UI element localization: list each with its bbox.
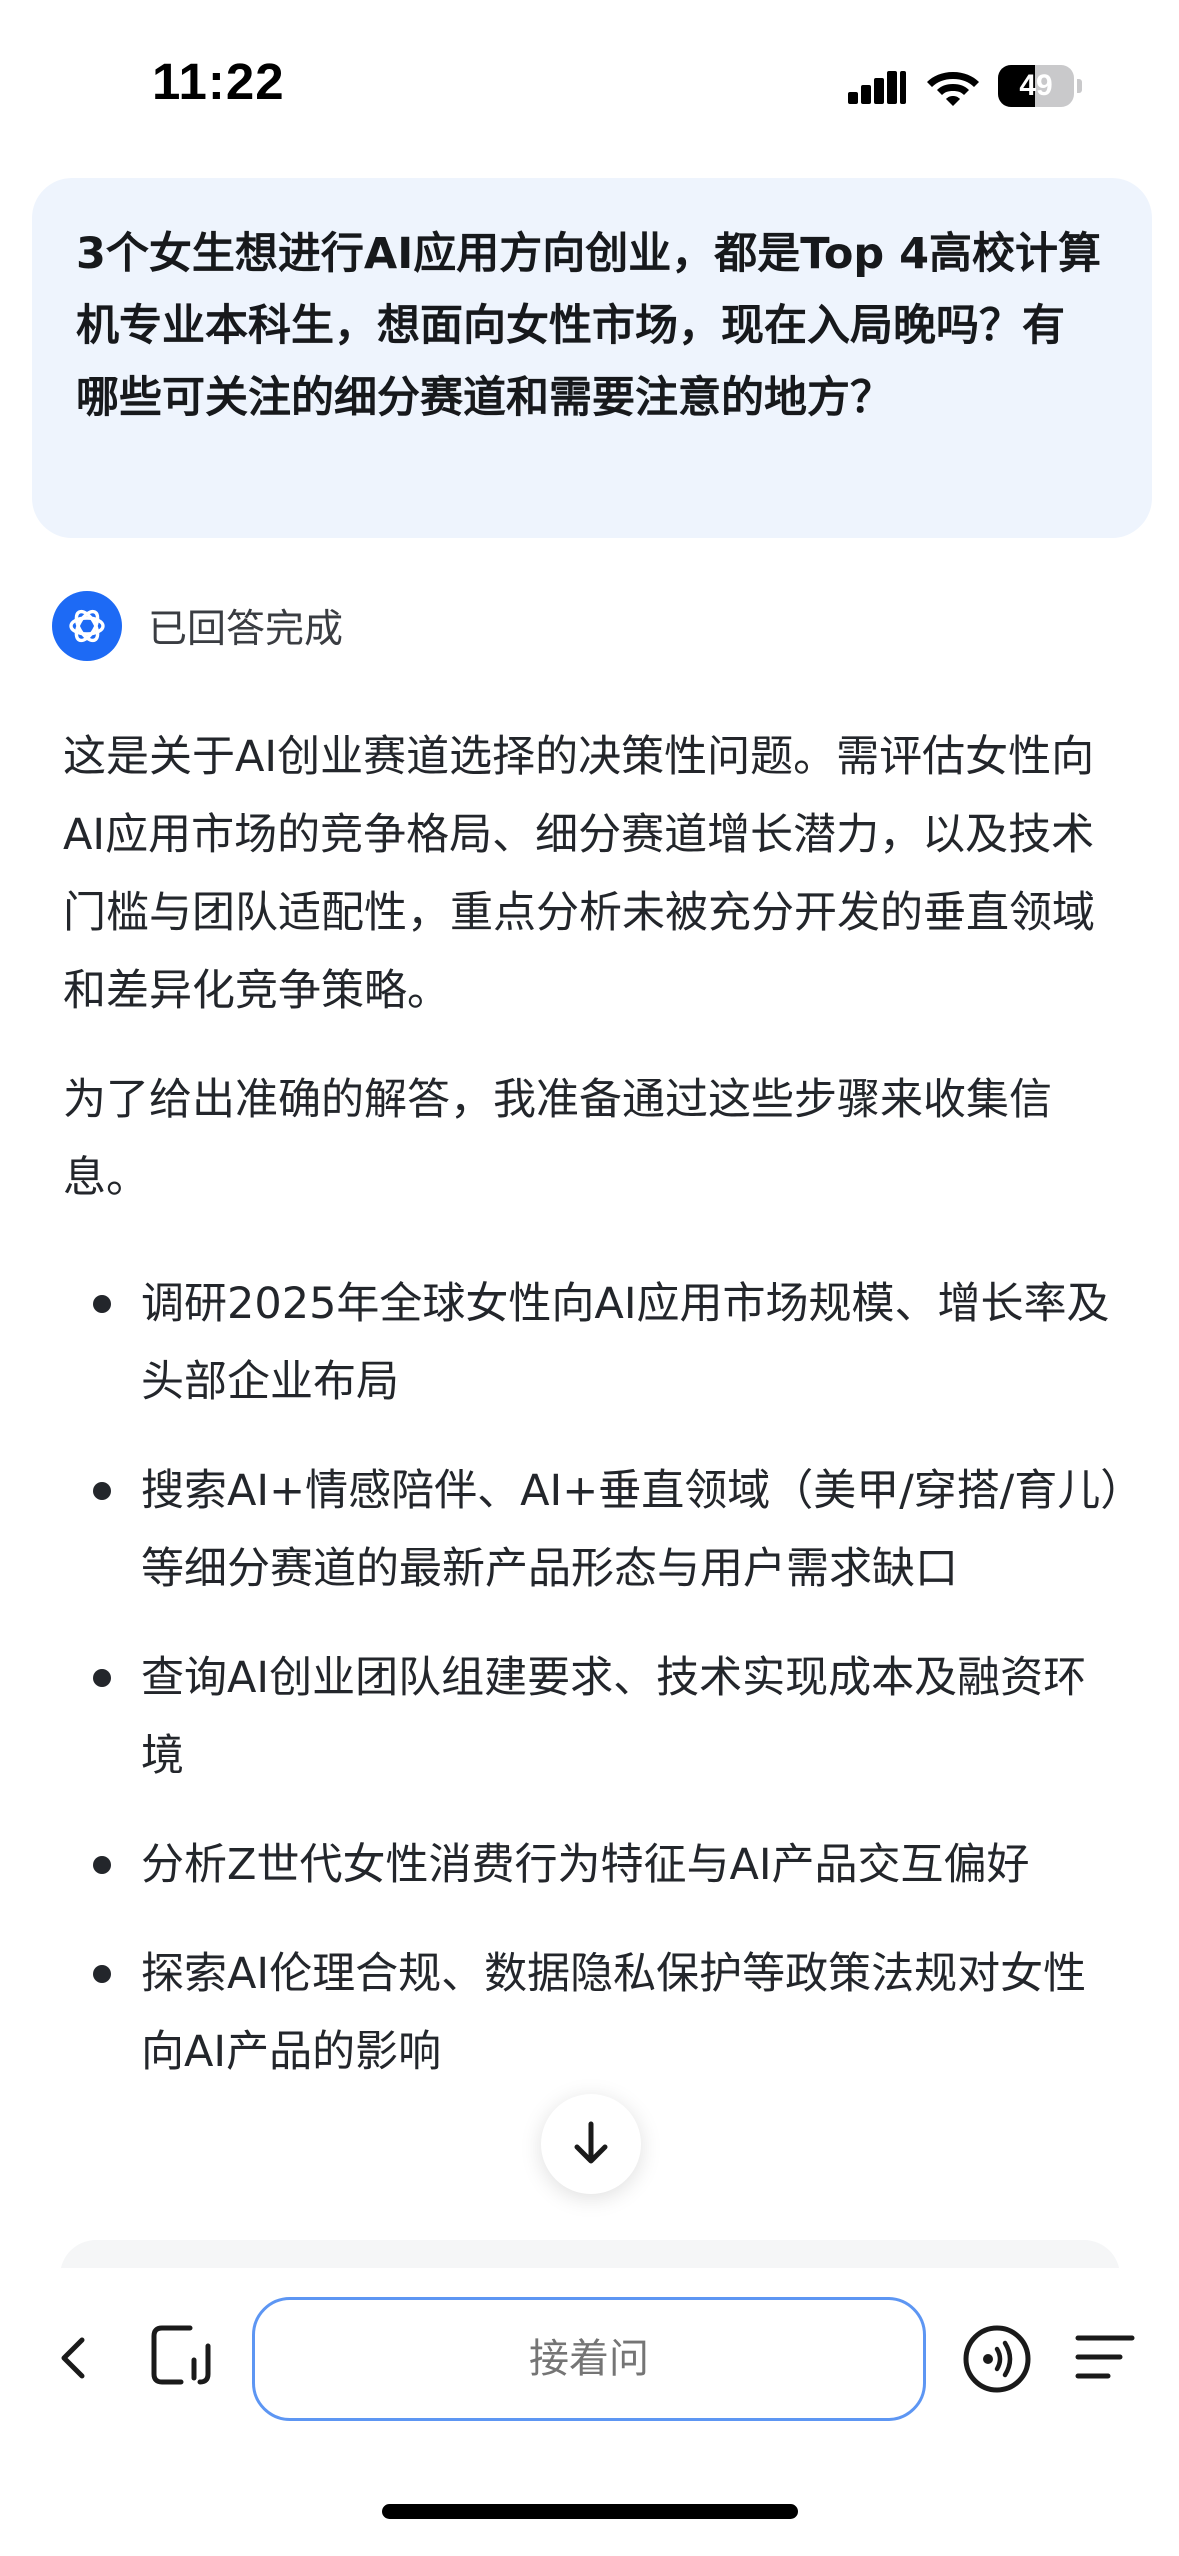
bullet-dot [93,1669,111,1687]
wifi-icon [927,72,979,106]
home-indicator [382,2504,798,2519]
scroll-to-bottom-button[interactable] [541,2094,641,2194]
list-item: 查询AI创业团队组建要求、技术实现成本及融资环境 [63,1639,1123,1795]
bullet-dot [93,1295,111,1313]
status-time: 11:22 [152,53,285,110]
bullet-dot [93,1856,111,1874]
battery-cap [1077,79,1082,93]
bullet-dot [93,1965,111,1983]
step-text: 探索AI伦理合规、数据隐私保护等政策法规对女性向AI产品的影响 [141,1949,1087,2077]
status-bar: 11:22 49 [0,0,1179,170]
step-text: 调研2025年全球女性向AI应用市场规模、增长率及头部企业布局 [141,1279,1110,1407]
answer-content: 这是关于AI创业赛道选择的决策性问题。需评估女性向AI应用市场的竞争格局、细分赛… [63,718,1123,2122]
step-text: 分析Z世代女性消费行为特征与AI产品交互偏好 [141,1840,1030,1890]
battery-body: 49 [998,65,1074,107]
follow-up-input[interactable] [252,2297,926,2421]
user-question-text: 3个女生想进行AI应用方向创业，都是Top 4高校计算机专业本科生，想面向女性市… [76,229,1102,423]
list-item: 分析Z世代女性消费行为特征与AI产品交互偏好 [63,1826,1123,1904]
list-item: 搜索AI+情感陪伴、AI+垂直领域（美甲/穿搭/育儿）等细分赛道的最新产品形态与… [63,1452,1123,1608]
cellular-signal-icon [848,71,906,104]
battery-percent: 49 [1019,69,1053,102]
chevron-left-icon[interactable] [48,2328,98,2388]
answer-status-label: 已回答完成 [148,607,344,652]
list-item: 探索AI伦理合规、数据隐私保护等政策法规对女性向AI产品的影响 [63,1935,1123,2091]
step-text: 搜索AI+情感陪伴、AI+垂直领域（美甲/穿搭/育儿）等细分赛道的最新产品形态与… [141,1466,1122,1594]
bullet-dot [93,1482,111,1500]
menu-icon[interactable] [1074,2326,1136,2388]
research-steps-list: 调研2025年全球女性向AI应用市场规模、增长率及头部企业布局 搜索AI+情感陪… [63,1265,1123,2091]
new-chat-icon[interactable] [148,2322,214,2388]
answer-paragraph: 为了给出准确的解答，我准备通过这些步骤来收集信息。 [63,1075,1052,1203]
step-text: 查询AI创业团队组建要求、技术实现成本及融资环境 [141,1653,1087,1781]
list-item: 调研2025年全球女性向AI应用市场规模、增长率及头部企业布局 [63,1265,1123,1421]
answer-paragraph: 这是关于AI创业赛道选择的决策性问题。需评估女性向AI应用市场的竞争格局、细分赛… [63,732,1095,1016]
ai-assistant-logo-icon [52,591,122,661]
battery-indicator: 49 [998,65,1082,107]
user-question-bubble: 3个女生想进行AI应用方向创业，都是Top 4高校计算机专业本科生，想面向女性市… [32,178,1152,538]
bottom-toolbar [0,2268,1179,2556]
answer-status: 已回答完成 [52,590,343,662]
arrow-down-icon [574,2121,608,2164]
voice-call-icon[interactable] [962,2324,1032,2394]
